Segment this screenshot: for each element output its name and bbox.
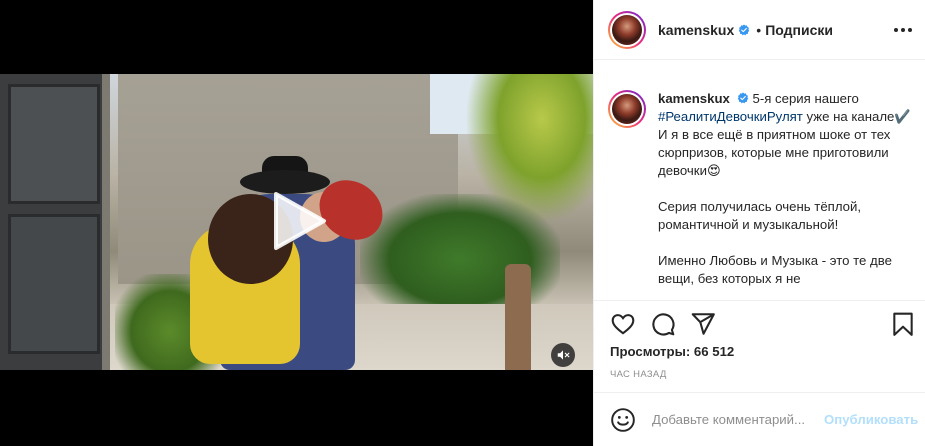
header-username[interactable]: kamenskux [658, 22, 734, 38]
more-options-icon[interactable] [894, 22, 912, 38]
caption-username[interactable]: kamenskux [658, 91, 730, 106]
video-frame-window-pane [8, 84, 100, 204]
caption-line: 5-я серия нашего [752, 91, 859, 106]
comment-input[interactable] [652, 412, 820, 427]
play-icon[interactable] [262, 186, 332, 256]
bookmark-icon[interactable] [890, 311, 916, 337]
following-button[interactable]: Подписки [765, 22, 833, 38]
video-frame-trunk [505, 264, 531, 370]
post-side-panel: kamenskux • Подписки kamenskux 5-я серия… [593, 0, 925, 446]
speaker-muted-icon[interactable] [551, 343, 575, 367]
avatar-image [612, 14, 642, 45]
separator-dot: • [756, 21, 762, 38]
comment-form: Опубликовать [594, 392, 925, 446]
post-timestamp[interactable]: час назад [610, 369, 667, 380]
caption: kamenskux 5-я серия нашего #РеалитиДевоч… [594, 60, 925, 300]
views-label: Просмотры: [610, 344, 691, 359]
action-bar [594, 300, 925, 346]
publish-button[interactable]: Опубликовать [824, 412, 918, 427]
video-frame-window-pane [8, 214, 100, 354]
paper-plane-icon[interactable] [690, 311, 716, 337]
avatar-image [612, 94, 642, 124]
verified-badge-icon [738, 24, 750, 35]
views-count[interactable]: Просмотры: 66 512 [610, 344, 734, 359]
hashtag-link[interactable]: #РеалитиДевочкиРулят [658, 109, 803, 124]
avatar[interactable] [608, 90, 646, 128]
post-media [0, 0, 593, 446]
caption-line: Серия получилась очень тёплой, романтичн… [658, 199, 862, 232]
views-value: 66 512 [693, 344, 735, 359]
caption-line: Именно Любовь и Музыка - это те две вещи… [658, 253, 892, 286]
smiley-icon[interactable] [610, 407, 636, 433]
post-header: kamenskux • Подписки [594, 0, 925, 60]
comment-bubble-icon[interactable] [650, 311, 676, 337]
avatar[interactable] [608, 10, 646, 49]
heart-icon[interactable] [610, 311, 636, 337]
caption-text: kamenskux 5-я серия нашего #РеалитиДевоч… [658, 90, 912, 300]
verified-badge-icon [737, 92, 748, 104]
